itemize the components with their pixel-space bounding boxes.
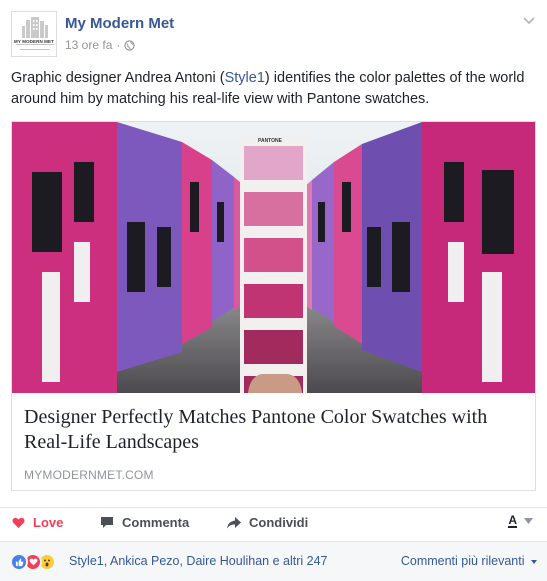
- caret-down-icon: [531, 559, 537, 564]
- post-text-start: Graphic designer Andrea Antoni (: [11, 70, 225, 86]
- audience-icon: A: [508, 513, 517, 528]
- love-label: Love: [33, 515, 64, 530]
- pantone-street-photo: [12, 122, 535, 393]
- share-button[interactable]: Condividi: [227, 515, 308, 530]
- heart-icon: [12, 517, 25, 528]
- reaction-icons[interactable]: [10, 553, 56, 571]
- globe-icon[interactable]: [124, 39, 136, 51]
- love-button[interactable]: Love: [12, 515, 63, 530]
- caret-down-icon: [524, 518, 533, 524]
- page-name[interactable]: My Modern Met: [65, 15, 174, 32]
- comment-icon: [101, 517, 113, 528]
- page-avatar[interactable]: MY MODERN MET: [11, 11, 57, 57]
- post-text: Graphic designer Andrea Antoni (Style1) …: [11, 68, 536, 110]
- tagged-page-link[interactable]: Style1: [225, 70, 265, 86]
- chevron-down-icon[interactable]: [522, 13, 536, 27]
- post-timestamp[interactable]: 13 ore fa: [65, 38, 112, 52]
- post-header: MY MODERN MET My Modern Met 13 ore fa ·: [11, 11, 536, 59]
- reactions-bar: Style1, Ankica Pezo, Daire Houlihan e al…: [0, 541, 547, 581]
- meta-separator: ·: [116, 38, 121, 52]
- pantone-label: PANTONE: [258, 138, 282, 144]
- logo-icon: [12, 12, 56, 56]
- link-title[interactable]: Designer Perfectly Matches Pantone Color…: [24, 405, 524, 455]
- logo-text: MY MODERN MET: [14, 39, 54, 44]
- reaction-summary[interactable]: Style1, Ankica Pezo, Daire Houlihan e al…: [69, 554, 327, 568]
- link-domain: MYMODERNMET.COM: [24, 468, 154, 482]
- share-label: Condividi: [249, 515, 309, 530]
- comment-label: Commenta: [122, 515, 190, 530]
- link-preview-image[interactable]: PANTONE: [12, 122, 535, 393]
- like-icon: [10, 553, 28, 571]
- post-actions-bar: Love Commenta Condividi A: [0, 507, 547, 537]
- link-preview-card[interactable]: PANTONE Designer Perfectly Matches Panto…: [11, 121, 536, 491]
- audience-selector[interactable]: A: [508, 514, 533, 528]
- post-meta: 13 ore fa ·: [65, 38, 136, 52]
- comment-sort-label: Commenti più rilevanti: [400, 554, 525, 568]
- comment-button[interactable]: Commenta: [100, 515, 189, 530]
- share-icon: [227, 516, 241, 528]
- comment-sort-dropdown[interactable]: Commenti più rilevanti: [401, 554, 537, 568]
